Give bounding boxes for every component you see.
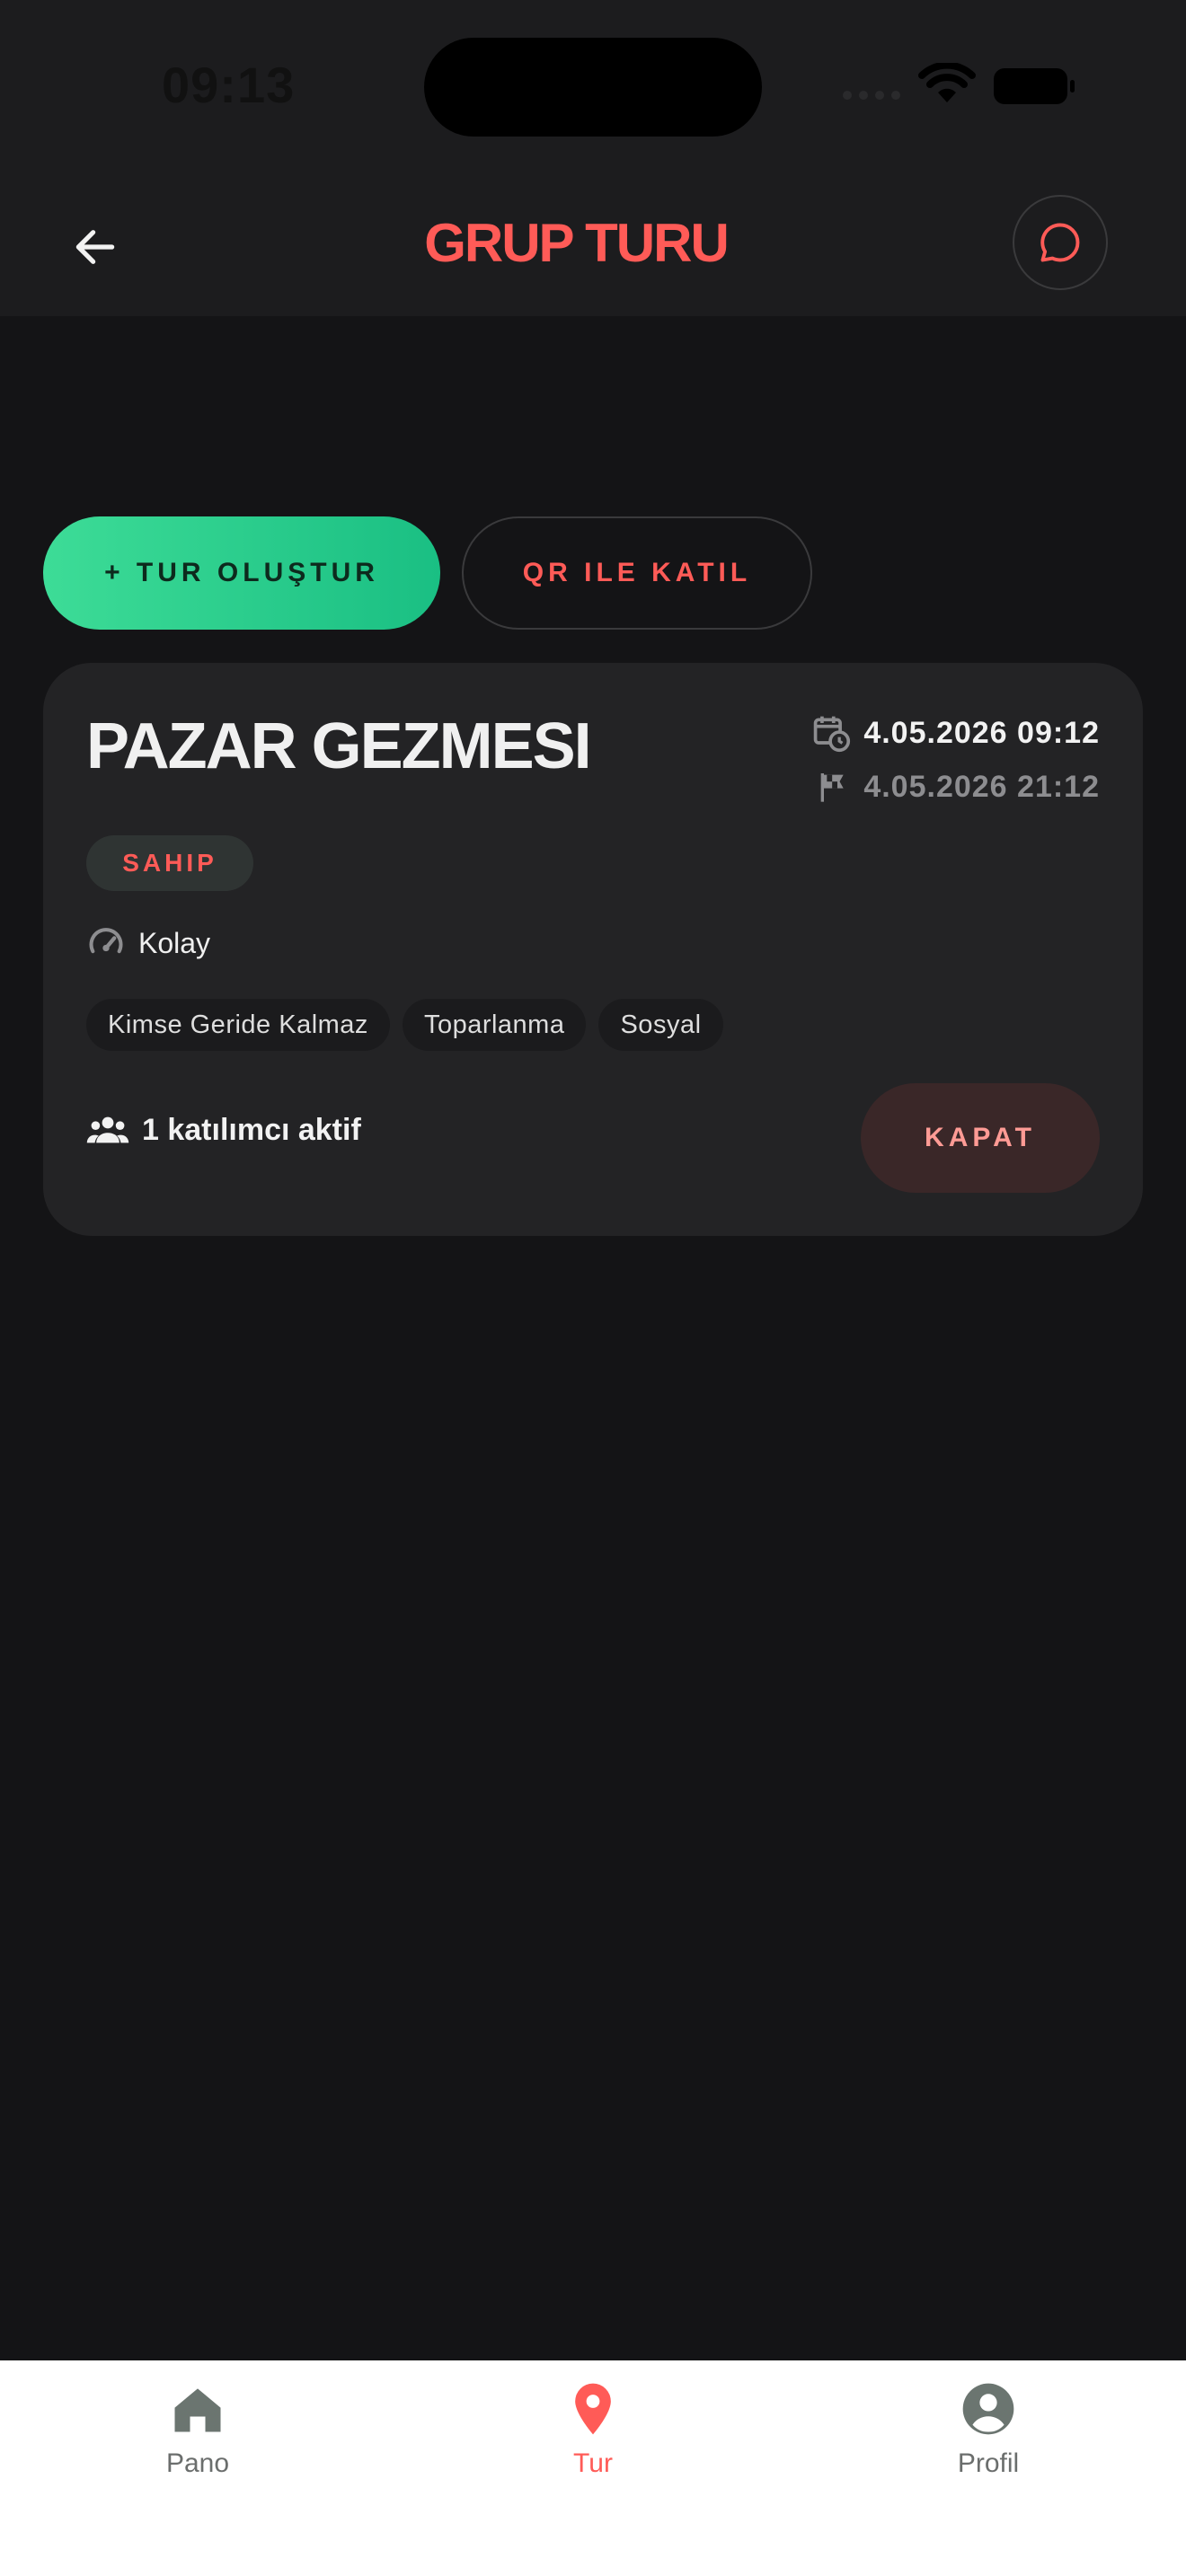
signal-icon <box>843 88 907 104</box>
tab-label: Profil <box>957 2448 1020 2478</box>
create-tour-button[interactable]: + TUR OLUŞTUR <box>43 516 440 630</box>
close-tour-button[interactable]: KAPAT <box>861 1083 1100 1193</box>
battery-icon <box>994 68 1075 104</box>
group-icon <box>86 1116 129 1143</box>
tag-chip: Toparlanma <box>402 999 587 1051</box>
wifi-icon <box>918 61 976 110</box>
location-pin-icon <box>575 2383 611 2435</box>
difficulty-label: Kolay <box>138 926 211 959</box>
participants-label: 1 katılımcı aktif <box>142 1112 361 1147</box>
calendar-clock-icon <box>814 716 851 753</box>
difficulty-row: Kolay <box>86 923 210 963</box>
page-title: GRUP TURU <box>424 213 730 273</box>
status-bar: 09:13 <box>0 0 1186 180</box>
speedometer-icon <box>89 928 123 954</box>
tab-label: Pano <box>165 2448 230 2478</box>
chat-bubble-icon <box>1040 223 1080 262</box>
role-badge: SAHIP <box>86 835 253 891</box>
tour-dates: 4.05.2026 09:12 4.05.2026 21:12 <box>811 706 1100 814</box>
tag-chip: Sosyal <box>598 999 723 1051</box>
participants-row: 1 katılımcı aktif <box>86 1112 361 1148</box>
finish-flag-icon <box>820 773 844 802</box>
app-bar: GRUP TURU <box>0 180 1186 316</box>
end-date: 4.05.2026 21:12 <box>863 769 1100 804</box>
tag-list: Kimse Geride Kalmaz Toparlanma Sosyal <box>86 999 723 1051</box>
chat-button[interactable] <box>1013 195 1108 290</box>
start-date: 4.05.2026 09:12 <box>863 715 1100 750</box>
dynamic-island <box>424 38 762 137</box>
home-icon <box>174 2388 221 2432</box>
tour-card[interactable]: PAZAR GEZMESI 4.05.2026 09:12 4.05.2026 … <box>43 663 1143 1236</box>
tour-title: PAZAR GEZMESI <box>86 710 592 782</box>
join-qr-button[interactable]: QR ILE KATIL <box>462 516 812 630</box>
account-circle-icon <box>962 2383 1014 2435</box>
tab-label: Tur <box>573 2448 613 2478</box>
status-time: 09:13 <box>162 57 296 113</box>
tag-chip: Kimse Geride Kalmaz <box>86 999 390 1051</box>
bottom-nav: Pano Tur Profil <box>0 2360 1186 2576</box>
tab-tur[interactable]: Tur <box>485 2378 701 2479</box>
tab-pano[interactable]: Pano <box>90 2378 305 2479</box>
tab-profil[interactable]: Profil <box>881 2378 1096 2479</box>
